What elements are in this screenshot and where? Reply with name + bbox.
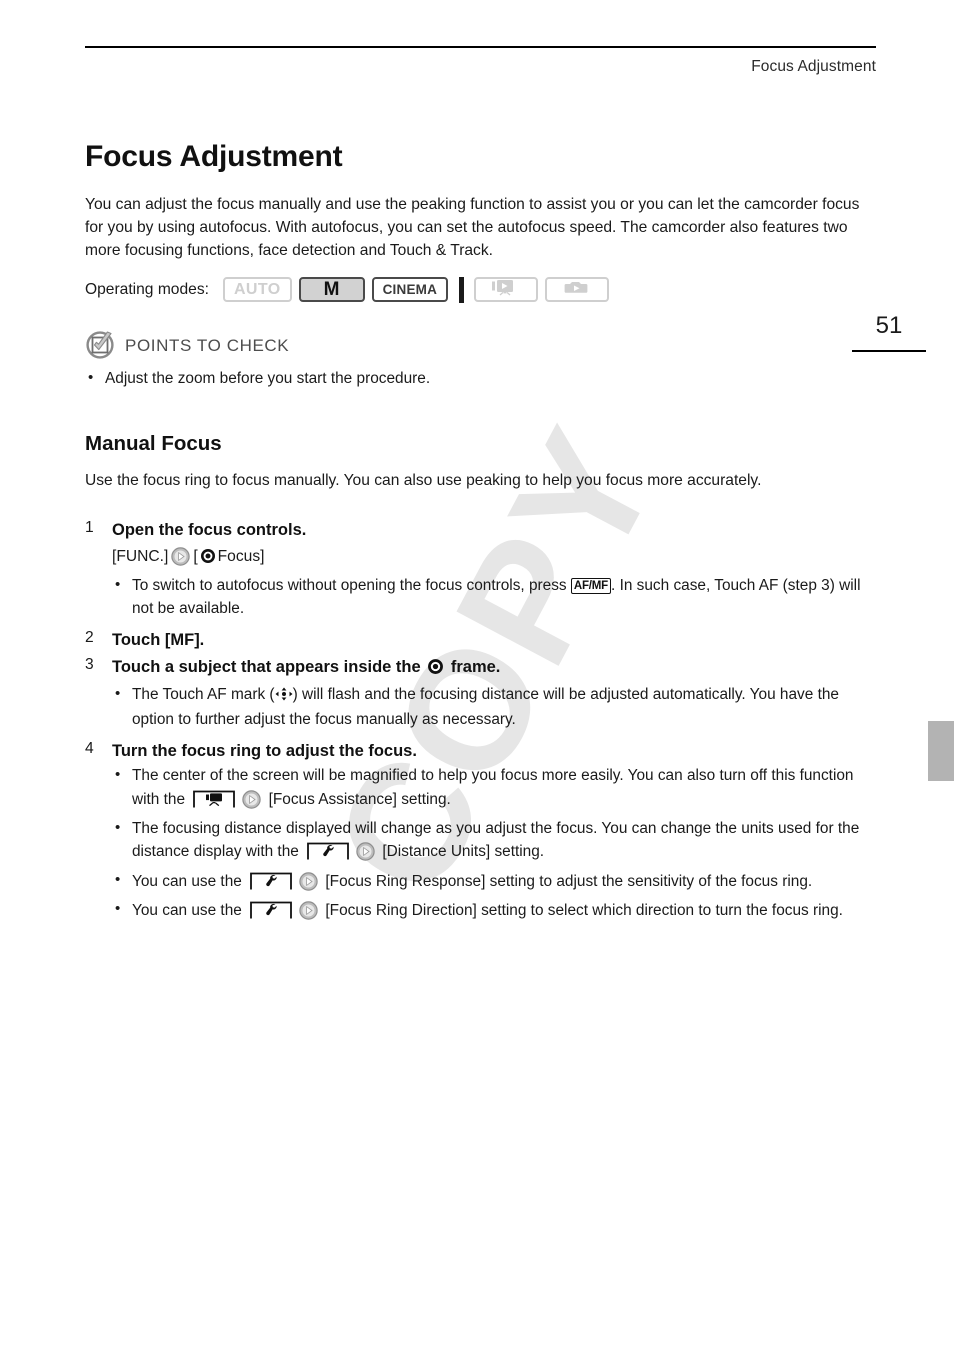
- wrench-icon: [266, 904, 277, 916]
- mf-label: MF: [170, 630, 195, 649]
- step-heading: Open the focus controls.: [112, 521, 307, 540]
- step-heading-pre: Touch a subject that appears inside the: [112, 657, 426, 676]
- points-to-check-label: POINTS TO CHECK: [125, 336, 290, 356]
- bullet-text-post: [Focus Ring Response] setting to adjust …: [325, 872, 813, 890]
- step-heading: Touch a subject that appears inside the …: [112, 656, 877, 683]
- list-item: To switch to autofocus without opening t…: [112, 574, 877, 620]
- menu-path-func: [FUNC.]: [112, 548, 169, 566]
- mode-chip-video-playback: [474, 277, 539, 303]
- mode-chip-cinema: CINEMA: [371, 277, 449, 303]
- points-to-check-list: Adjust the zoom before you start the pro…: [85, 367, 877, 391]
- camcorder-icon: [206, 793, 223, 807]
- menu-path: [FUNC.] [ Focus]: [112, 545, 877, 573]
- wrench-icon: [266, 874, 277, 886]
- bullet-text-post: [Distance Units] setting.: [382, 843, 545, 861]
- bullet-text-post: [Focus Ring Direction] setting to select…: [325, 902, 843, 920]
- photo-playback-icon: [564, 279, 590, 300]
- step-1-bullets: To switch to autofocus without opening t…: [112, 574, 877, 620]
- step-number: 1: [85, 519, 94, 537]
- document-page: Focus Adjustment 51 COPY Focus Adjustmen…: [0, 0, 954, 1352]
- mode-chip-manual: M: [298, 277, 365, 303]
- bullet-text-pre: The Touch AF mark (: [132, 686, 275, 704]
- bullet-text-pre: To switch to autofocus without opening t…: [132, 577, 571, 595]
- mode-chip-photo-playback: [545, 277, 610, 303]
- menu-path-focus: Focus]: [217, 548, 265, 566]
- arrow-right-circle-icon: [171, 547, 191, 573]
- af-mf-button-key: AF/MF: [570, 578, 612, 595]
- focus-target-icon: [427, 658, 444, 683]
- list-item: You can use the [Focus Ring Response] se…: [112, 869, 877, 899]
- mode-divider: [459, 276, 465, 303]
- step-heading-post: ].: [194, 630, 205, 649]
- procedure-steps: 1 Open the focus controls. [FUNC.][Focus…: [85, 519, 877, 928]
- wrench-menu-key: [248, 899, 294, 921]
- list-item: You can use the [Focus Ring Direction] s…: [112, 898, 877, 928]
- step-number: 2: [85, 628, 94, 646]
- bullet-text-pre: You can use the: [132, 902, 247, 920]
- menu-path-open-bracket: [: [193, 548, 198, 566]
- arrow-right-circle-icon: [356, 842, 375, 869]
- bullet-text-post: [Focus Assistance] setting.: [268, 790, 451, 808]
- step-4: 4 Turn the focus ring to adjust the focu…: [85, 740, 877, 929]
- chapter-tab-marker: [928, 721, 954, 781]
- step-number: 3: [85, 655, 94, 673]
- checkbox-check-circle-icon: [85, 329, 115, 364]
- step-heading: Touch [MF].: [112, 629, 877, 653]
- list-item: The focusing distance displayed will cha…: [112, 817, 877, 869]
- focus-target-icon: [200, 548, 216, 571]
- step-heading-pre: Touch [: [112, 630, 171, 649]
- wrench-menu-key: [248, 870, 294, 892]
- operating-modes-row: Operating modes: AUTO M CINEMA: [85, 276, 877, 303]
- arrow-right-circle-icon: [299, 901, 318, 928]
- bullet-text-pre: You can use the: [132, 872, 247, 890]
- arrow-right-circle-icon: [299, 872, 318, 899]
- list-item: The center of the screen will be magnifi…: [112, 764, 877, 817]
- step-heading: Turn the focus ring to adjust the focus.: [112, 741, 417, 760]
- intro-paragraph: You can adjust the focus manually and us…: [85, 196, 860, 259]
- list-item: The Touch AF mark () will flash and the …: [112, 683, 877, 731]
- arrow-right-circle-icon: [242, 790, 262, 817]
- step-3-bullets: The Touch AF mark () will flash and the …: [112, 683, 877, 731]
- touch-af-mark-icon: [275, 686, 293, 709]
- step-heading-post: frame.: [446, 657, 501, 676]
- points-to-check-header: POINTS TO CHECK: [85, 329, 877, 364]
- step-1: 1 Open the focus controls. [FUNC.] [ Focus…: [85, 519, 877, 620]
- manual-focus-intro: Use the focus ring to focus manually. Yo…: [85, 472, 762, 490]
- camcorder-menu-key: [191, 788, 237, 810]
- page-title: Focus Adjustment: [85, 140, 343, 173]
- running-head: Focus Adjustment: [751, 58, 876, 75]
- wrench-menu-key: [305, 840, 351, 862]
- mode-chip-auto: AUTO: [222, 277, 292, 303]
- step-4-bullets: The center of the screen will be magnifi…: [112, 764, 877, 928]
- operating-modes-label: Operating modes:: [85, 280, 209, 298]
- wrench-icon: [323, 845, 334, 857]
- section-heading-manual-focus: Manual Focus: [85, 432, 222, 456]
- bullet-text-pre: The center of the screen will be magnifi…: [132, 767, 854, 808]
- step-3: 3 Touch a subject that appears inside th…: [85, 656, 877, 732]
- step-2: 2 Touch [MF].: [85, 629, 877, 653]
- list-item: Adjust the zoom before you start the pro…: [85, 367, 877, 391]
- video-playback-icon: [491, 279, 521, 301]
- step-number: 4: [85, 739, 94, 757]
- content-column: Focus Adjustment You can adjust the focu…: [85, 140, 877, 936]
- header-rule: [85, 46, 876, 48]
